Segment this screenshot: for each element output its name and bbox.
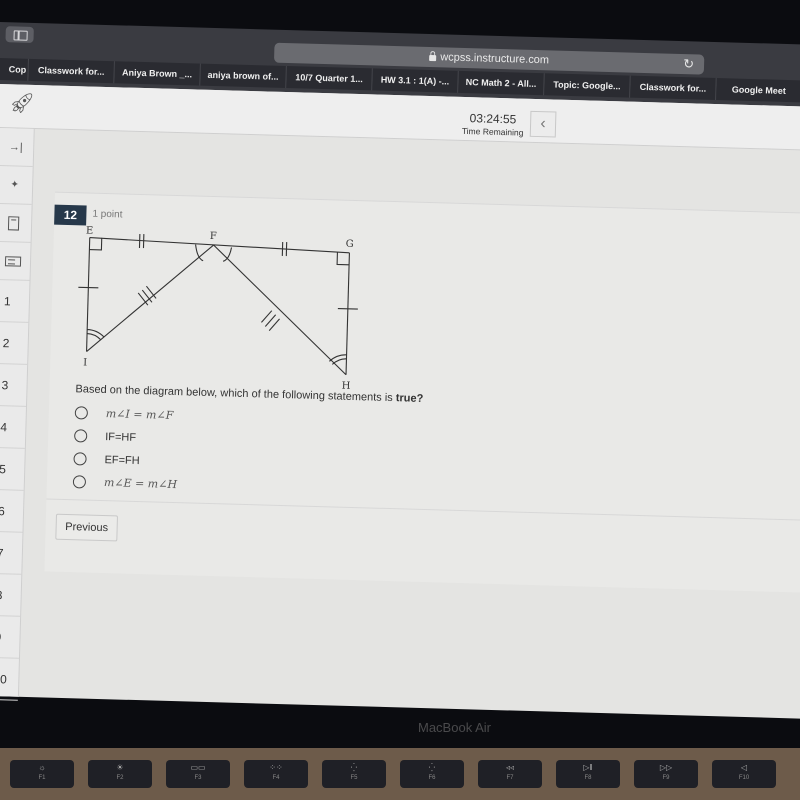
tick-EI: [78, 286, 99, 289]
quiz-page: 🚀︎ 03:24:55 Time Remaining ‹ →| ✦ 1 2 3 …: [0, 84, 800, 719]
question-card: 12 1 point E F G I H Based on the diagra…: [44, 191, 800, 595]
segment-GH: [345, 252, 350, 375]
function-key[interactable]: ◁ F10: [712, 760, 776, 788]
answer-option[interactable]: IF=HF: [74, 424, 179, 450]
function-key[interactable]: ⁛ F6: [400, 760, 464, 788]
function-key[interactable]: ⁛ F5: [322, 760, 386, 788]
pin-button[interactable]: ✦: [0, 165, 33, 205]
timer-label: Time Remaining: [461, 125, 524, 138]
segment-IF: [86, 244, 214, 352]
question-points: 1 point: [92, 208, 123, 221]
function-key[interactable]: ⁘⁘ F4: [244, 760, 308, 788]
previous-button[interactable]: Previous: [55, 513, 118, 542]
expand-nav-button[interactable]: →|: [0, 127, 34, 167]
timer-value: 03:24:55: [469, 111, 517, 127]
answer-option-label: IF=HF: [105, 430, 137, 444]
tab[interactable]: aniya brown of...: [200, 63, 287, 89]
angle-arc-I-1: [87, 332, 102, 341]
right-angle-E: [89, 237, 103, 251]
answer-option-label: m∠E = m∠H: [103, 476, 178, 492]
function-key[interactable]: ☼ F1: [10, 760, 74, 788]
sidebar-toggle-icon[interactable]: [5, 26, 34, 43]
lock-icon: [429, 55, 437, 62]
function-key[interactable]: ▷‖ F8: [556, 760, 620, 788]
chevron-left-icon: ‹: [540, 115, 546, 133]
reload-icon[interactable]: ↻: [683, 56, 694, 72]
question-number: 12: [54, 204, 87, 226]
collapse-arrow-icon: →|: [8, 140, 23, 154]
label-E: E: [86, 225, 94, 236]
function-key[interactable]: ☀ F2: [88, 760, 152, 788]
calculator-icon: [7, 215, 20, 231]
question-nav-item[interactable]: 7: [0, 531, 23, 575]
collapse-button[interactable]: ‹: [529, 110, 557, 138]
radio-button[interactable]: [73, 452, 87, 466]
answer-option-label: m∠I = m∠F: [105, 407, 174, 422]
function-key[interactable]: ▭▭ F3: [166, 760, 230, 788]
tab[interactable]: Aniya Brown _...: [114, 61, 201, 86]
right-angle-G: [336, 252, 350, 266]
answer-option[interactable]: m∠I = m∠F: [74, 401, 180, 427]
question-nav-item[interactable]: 10: [0, 657, 19, 701]
notes-button[interactable]: [0, 241, 31, 281]
notes-icon: [4, 255, 21, 267]
question-nav-item[interactable]: 3: [0, 363, 28, 407]
calculator-button[interactable]: [0, 203, 32, 243]
tab[interactable]: Topic: Google...: [544, 73, 631, 98]
function-key[interactable]: ▷▷ F9: [634, 760, 698, 788]
question-nav-item[interactable]: 5: [0, 447, 25, 491]
label-G: G: [346, 239, 354, 250]
question-nav-item[interactable]: 8: [0, 573, 22, 617]
angle-arc-F-right: [222, 247, 233, 262]
tick-GH: [337, 307, 358, 310]
pin-icon: ✦: [10, 179, 20, 191]
question-nav-item[interactable]: 1: [0, 279, 30, 323]
angle-arc-F-left: [195, 244, 204, 262]
question-prompt-emphasis: true?: [395, 392, 424, 405]
tab[interactable]: 10/7 Quarter 1...: [286, 66, 373, 91]
radio-button[interactable]: [74, 429, 88, 443]
tab[interactable]: HW 3.1 : 1(A) -...: [372, 68, 459, 93]
segment-EI: [86, 237, 91, 352]
label-F: F: [210, 231, 217, 242]
segment-FH: [213, 244, 347, 376]
radio-button[interactable]: [72, 475, 87, 489]
device-label: MacBook Air: [418, 720, 491, 735]
timer: 03:24:55 Time Remaining: [462, 111, 524, 138]
tab[interactable]: Cop: [0, 57, 29, 81]
question-nav-item[interactable]: 9: [0, 615, 21, 659]
keyboard: ☼ F1 ☀ F2 ▭▭ F3 ⁘⁘ F4 ⁛ F5 ⁛ F6 ◃◃ F7 ▷‖ F8 ▷▷ F9…: [0, 748, 800, 800]
answer-option-label: EF=FH: [104, 453, 140, 467]
question-nav-rail: →| ✦ 1 2 3 4 5 6 7 8 9 10: [0, 127, 35, 701]
function-key[interactable]: ◃◃ F7: [478, 760, 542, 788]
question-footer: Previous: [44, 498, 800, 595]
tab[interactable]: Google Meet: [716, 78, 800, 103]
question-nav-item[interactable]: 6: [0, 489, 24, 533]
geometry-diagram: E F G I H: [78, 225, 358, 392]
photo-of-laptop-screen: wcpss.instructure.com ↻ Cop Classwork fo…: [0, 0, 800, 800]
tab[interactable]: NC Math 2 - All...: [458, 70, 545, 96]
answer-option[interactable]: EF=FH: [73, 447, 178, 473]
answer-options: m∠I = m∠F IF=HF EF=FH m∠E = m∠H: [72, 401, 180, 496]
question-nav-item[interactable]: 4: [0, 405, 26, 449]
label-I: I: [83, 357, 87, 368]
question-nav-item[interactable]: 2: [0, 321, 29, 365]
tab[interactable]: Classwork for...: [28, 58, 115, 84]
rocket-icon: 🚀︎: [9, 92, 36, 115]
tab[interactable]: Classwork for...: [630, 75, 717, 101]
radio-button[interactable]: [74, 406, 89, 420]
answer-option[interactable]: m∠E = m∠H: [72, 470, 178, 496]
function-key-row: ☼ F1 ☀ F2 ▭▭ F3 ⁘⁘ F4 ⁛ F5 ⁛ F6 ◃◃ F7 ▷‖ F8 ▷▷ F9…: [10, 760, 776, 788]
url-text: wcpss.instructure.com: [440, 51, 550, 67]
